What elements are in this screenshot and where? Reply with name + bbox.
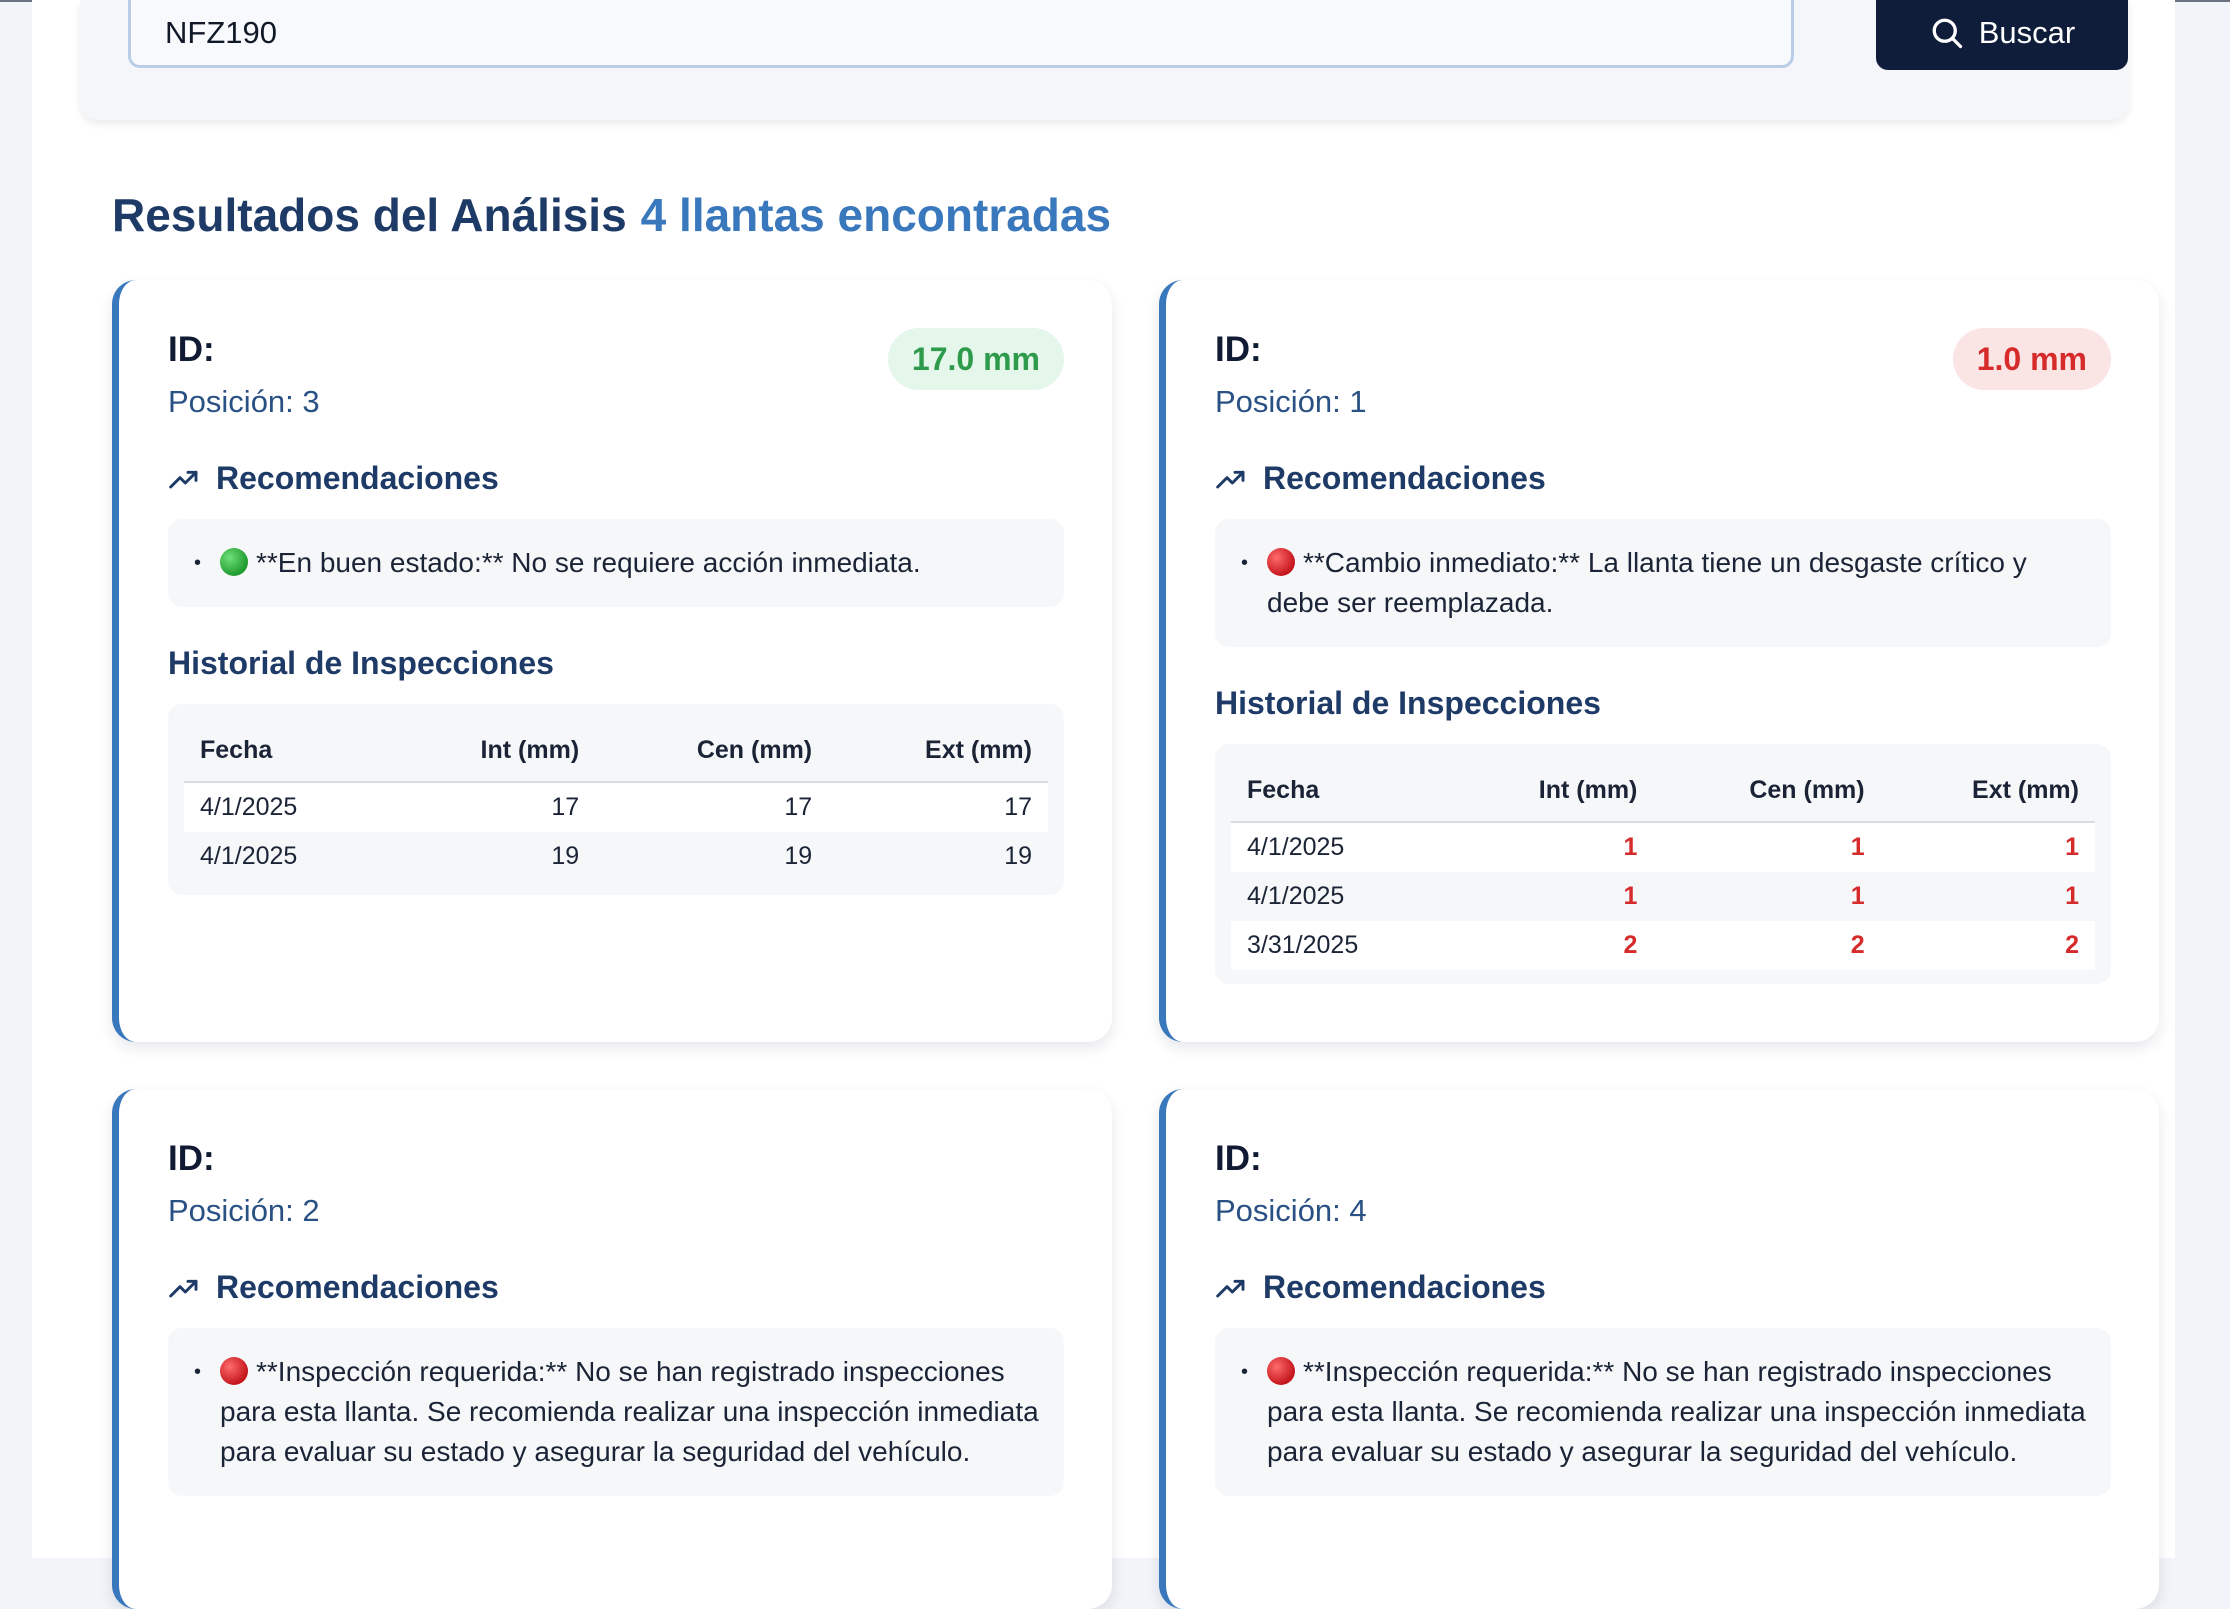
cell-ext: 1 [1880, 872, 2095, 921]
history-table: Fecha Int (mm) Cen (mm) Ext (mm) 4/1/202… [1231, 760, 2095, 970]
cell-ext: 17 [828, 782, 1048, 832]
history-table: Fecha Int (mm) Cen (mm) Ext (mm) 4/1/202… [184, 720, 1048, 881]
recommendation-item: • **Cambio inmediato:** La llanta tiene … [1241, 543, 2087, 623]
tire-id-label: ID: [1215, 1139, 1262, 1178]
cell-date: 3/31/2025 [1231, 921, 1452, 970]
recommendations-title: Recomendaciones [1263, 1269, 1546, 1305]
col-cen: Cen (mm) [1653, 760, 1881, 823]
trending-up-icon [1216, 1279, 1245, 1297]
col-ext: Ext (mm) [1880, 760, 2095, 823]
table-row: 4/1/2025 19 19 19 [184, 832, 1048, 881]
recommendation-item: • **Inspección requerida:** No se han re… [1241, 1352, 2087, 1472]
col-cen: Cen (mm) [595, 720, 829, 783]
recommendation-text: **Inspección requerida:** No se han regi… [220, 1356, 1039, 1467]
cell-date: 4/1/2025 [1231, 822, 1452, 872]
recommendations-box: • **En buen estado:** No se requiere acc… [168, 519, 1064, 607]
recommendations-box: • **Inspección requerida:** No se han re… [168, 1328, 1064, 1496]
recommendation-text: **En buen estado:** No se requiere acció… [256, 547, 921, 578]
trending-up-icon [169, 1279, 198, 1297]
tire-card: ID: Posición: 2 Recomendaciones • **Insp… [112, 1089, 1112, 1609]
bullet-icon: • [1241, 552, 1249, 574]
cell-int: 1 [1451, 822, 1654, 872]
cell-int: 17 [388, 782, 596, 832]
history-title: Historial de Inspecciones [1215, 685, 1601, 721]
tire-card: 17.0 mm ID: Posición: 3 Recomendaciones … [112, 280, 1112, 1042]
red-circle-icon [1267, 548, 1295, 576]
recommendations-box: • **Inspección requerida:** No se han re… [1215, 1328, 2111, 1496]
bullet-icon: • [194, 552, 202, 574]
red-circle-icon [1267, 1357, 1295, 1385]
history-table-container: Fecha Int (mm) Cen (mm) Ext (mm) 4/1/202… [1215, 744, 2111, 984]
cell-cen: 1 [1653, 822, 1881, 872]
cell-date: 4/1/2025 [184, 782, 389, 832]
col-ext: Ext (mm) [828, 720, 1048, 783]
recommendations-header: Recomendaciones [1215, 1269, 2111, 1306]
recommendations-title: Recomendaciones [216, 1269, 499, 1305]
col-int: Int (mm) [388, 720, 596, 783]
recommendation-item: • **En buen estado:** No se requiere acc… [194, 543, 1040, 583]
green-circle-icon [220, 548, 248, 576]
recommendations-header: Recomendaciones [168, 460, 1064, 497]
cell-cen: 17 [595, 782, 829, 832]
tire-position: Posición: 4 [1215, 1193, 1367, 1228]
tire-card: 1.0 mm ID: Posición: 1 Recomendaciones •… [1159, 280, 2159, 1042]
table-row: 3/31/2025 2 2 2 [1231, 921, 2095, 970]
cell-date: 4/1/2025 [184, 832, 389, 881]
tire-id-label: ID: [1215, 330, 1262, 369]
trending-up-icon [169, 470, 198, 488]
tire-position: Posición: 2 [168, 1193, 320, 1228]
tire-position: Posición: 1 [1215, 384, 1367, 419]
recommendations-title: Recomendaciones [1263, 460, 1546, 496]
search-button[interactable]: Buscar [1876, 0, 2128, 70]
tire-id-label: ID: [168, 1139, 215, 1178]
tire-id-label: ID: [168, 330, 215, 369]
table-header-row: Fecha Int (mm) Cen (mm) Ext (mm) [1231, 760, 2095, 823]
search-panel: Buscar [80, 0, 2129, 120]
search-button-label: Buscar [1978, 15, 2076, 50]
cell-ext: 2 [1880, 921, 2095, 970]
bullet-icon: • [1241, 1361, 1249, 1383]
results-title: Resultados del Análisis [112, 189, 627, 241]
page-content: Buscar Resultados del Análisis4 llantas … [32, 0, 2175, 1609]
recommendations-title: Recomendaciones [216, 460, 499, 496]
recommendation-text: **Cambio inmediato:** La llanta tiene un… [1267, 547, 2027, 618]
col-fecha: Fecha [184, 720, 389, 783]
recommendations-header: Recomendaciones [168, 1269, 1064, 1306]
cell-int: 2 [1451, 921, 1654, 970]
recommendation-item: • **Inspección requerida:** No se han re… [194, 1352, 1040, 1472]
tire-card: ID: Posición: 4 Recomendaciones • **Insp… [1159, 1089, 2159, 1609]
search-icon [1932, 18, 1962, 49]
search-input[interactable] [128, 0, 1794, 68]
cell-cen: 19 [595, 832, 829, 881]
table-header-row: Fecha Int (mm) Cen (mm) Ext (mm) [184, 720, 1048, 783]
results-heading: Resultados del Análisis 4 llantas encontr… [112, 188, 1111, 242]
cell-cen: 2 [1653, 921, 1881, 970]
recommendations-box: • **Cambio inmediato:** La llanta tiene … [1215, 519, 2111, 647]
red-circle-icon [220, 1357, 248, 1385]
cell-int: 19 [388, 832, 596, 881]
col-int: Int (mm) [1451, 760, 1654, 823]
cell-cen: 1 [1653, 872, 1881, 921]
table-row: 4/1/2025 1 1 1 [1231, 822, 2095, 872]
results-count: 4 llantas encontradas [640, 189, 1112, 241]
cell-int: 1 [1451, 872, 1654, 921]
history-title: Historial de Inspecciones [168, 645, 554, 681]
cell-date: 4/1/2025 [1231, 872, 1452, 921]
cell-ext: 19 [828, 832, 1048, 881]
col-fecha: Fecha [1231, 760, 1452, 823]
cell-ext: 1 [1880, 822, 2095, 872]
table-row: 4/1/2025 17 17 17 [184, 782, 1048, 832]
trending-up-icon [1216, 470, 1245, 488]
recommendation-text: **Inspección requerida:** No se han regi… [1267, 1356, 2086, 1467]
history-table-container: Fecha Int (mm) Cen (mm) Ext (mm) 4/1/202… [168, 704, 1064, 895]
bullet-icon: • [194, 1361, 202, 1383]
recommendations-header: Recomendaciones [1215, 460, 2111, 497]
tire-position: Posición: 3 [168, 384, 320, 419]
table-row: 4/1/2025 1 1 1 [1231, 872, 2095, 921]
